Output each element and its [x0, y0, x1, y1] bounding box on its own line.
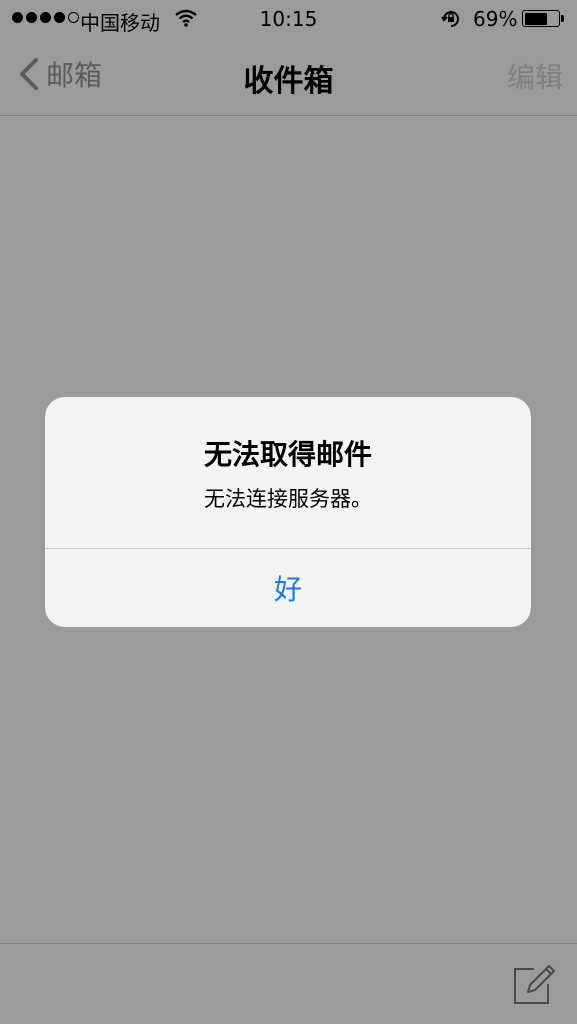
alert-title: 无法取得邮件 [203, 438, 372, 471]
battery-icon [522, 10, 560, 27]
battery-nub [561, 15, 564, 22]
alert-dialog: 无法取得邮件 无法连接服务器。 好 [45, 397, 531, 627]
compose-icon[interactable] [512, 962, 556, 1006]
page-title: 收件箱 [243, 64, 334, 99]
battery-percent: 69% [473, 7, 518, 31]
battery-level [524, 12, 547, 25]
alert-ok-button[interactable]: 好 [45, 549, 531, 627]
mail-inbox-screen: 中国移动 10:15 69% 邮箱 收件箱 编辑 无法取得邮件 无法连接服务器。… [0, 0, 577, 1024]
navigation-bar: 邮箱 收件箱 编辑 [0, 40, 577, 116]
bottom-toolbar [0, 943, 577, 1024]
status-bar: 中国移动 10:15 69% [0, 0, 577, 40]
alert-message: 无法连接服务器。 [204, 487, 372, 511]
edit-button[interactable]: 编辑 [507, 56, 563, 96]
rotation-lock-icon [440, 8, 462, 35]
